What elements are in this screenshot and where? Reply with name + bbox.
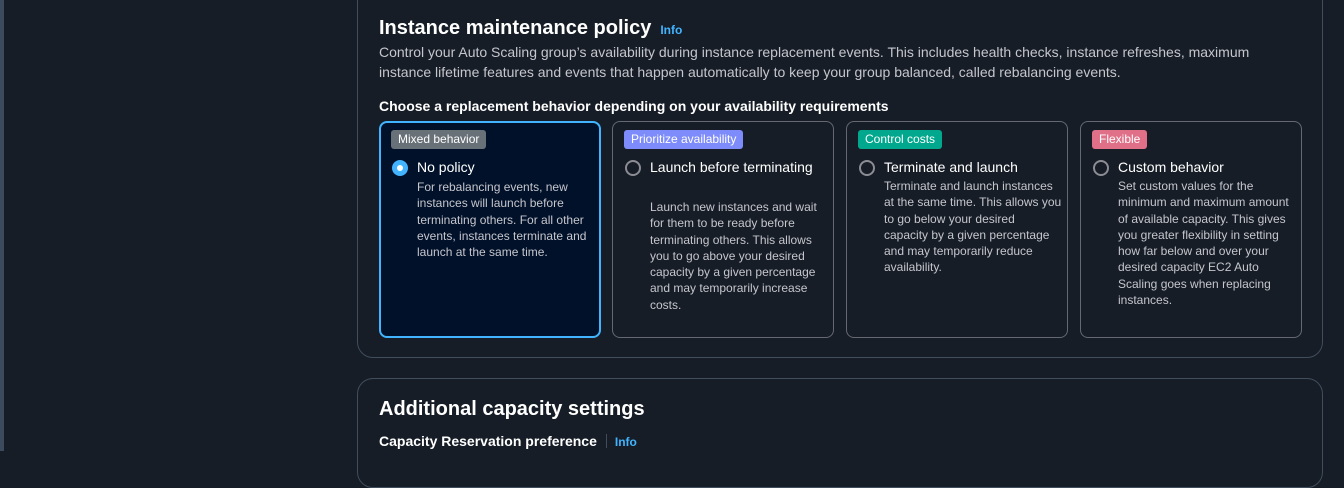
option-description: For rebalancing events, new instances wi… <box>417 180 587 260</box>
instance-maintenance-policy-panel: Instance maintenance policy Info Control … <box>357 0 1323 358</box>
radio-selected-icon[interactable] <box>392 160 408 176</box>
option-description: Set custom values for the minimum and ma… <box>1118 179 1289 308</box>
divider <box>605 434 607 448</box>
additional-capacity-settings-panel: Additional capacity settings Capacity Re… <box>357 378 1323 488</box>
badge-flexible: Flexible <box>1092 130 1148 149</box>
left-nav-area <box>4 0 356 451</box>
replacement-behavior-label: Choose a replacement behavior depending … <box>379 98 889 114</box>
option-launch-before-terminating[interactable]: Prioritize availability Launch before te… <box>612 121 834 338</box>
badge-control-costs: Control costs <box>858 130 943 149</box>
section-header: Instance maintenance policy Info <box>379 17 682 40</box>
badge-prioritize-availability: Prioritize availability <box>624 130 744 149</box>
info-link[interactable]: Info <box>660 23 682 37</box>
option-title: No policy <box>417 159 475 175</box>
radio-unselected-icon[interactable] <box>859 160 875 176</box>
section-title: Additional capacity settings <box>379 398 645 420</box>
option-description: Terminate and launch instances at the sa… <box>884 179 1062 275</box>
option-no-policy[interactable]: Mixed behavior No policy For rebalancing… <box>379 121 601 338</box>
radio-unselected-icon[interactable] <box>1093 160 1109 176</box>
option-terminate-and-launch[interactable]: Control costs Terminate and launch Termi… <box>846 121 1068 338</box>
section-title: Instance maintenance policy <box>379 17 652 39</box>
option-title: Custom behavior <box>1118 159 1224 175</box>
field-label: Capacity Reservation preference <box>379 433 597 449</box>
radio-unselected-icon[interactable] <box>625 160 641 176</box>
replacement-behavior-tiles: Mixed behavior No policy For rebalancing… <box>379 121 1303 338</box>
info-link[interactable]: Info <box>615 435 637 449</box>
capacity-reservation-preference-label: Capacity Reservation preference Info <box>379 433 637 449</box>
option-description: Launch new instances and wait for them t… <box>650 200 817 312</box>
option-title: Terminate and launch <box>884 159 1018 175</box>
badge-mixed-behavior: Mixed behavior <box>391 130 487 149</box>
option-title: Launch before terminating <box>650 159 813 175</box>
section-description: Control your Auto Scaling group’s availa… <box>379 44 1250 80</box>
option-custom-behavior[interactable]: Flexible Custom behavior Set custom valu… <box>1080 121 1302 338</box>
